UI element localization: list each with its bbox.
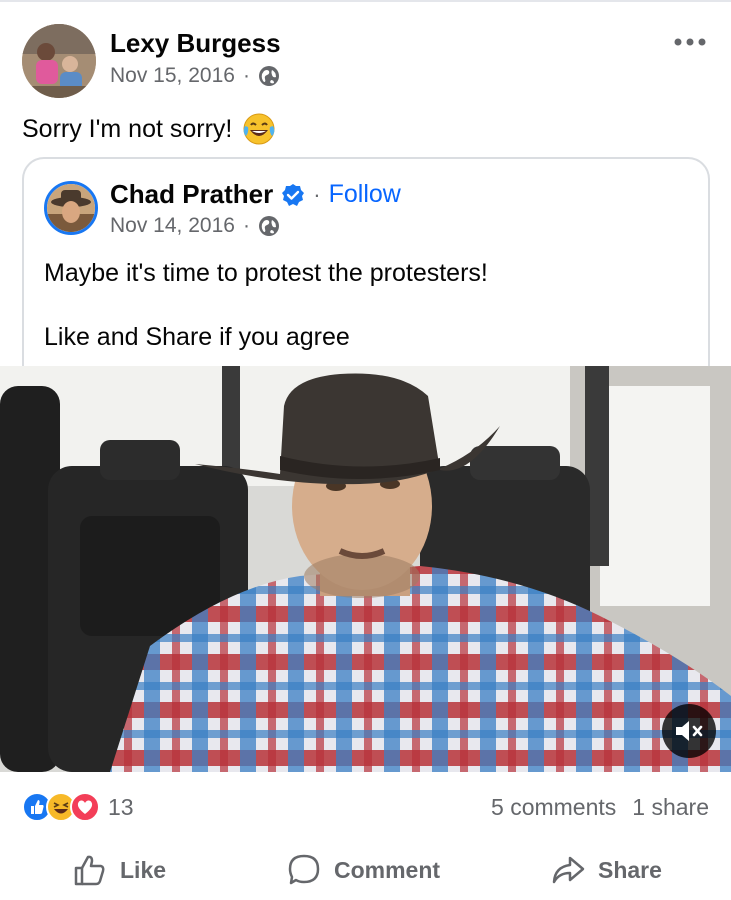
like-button[interactable]: Like	[72, 852, 166, 888]
post-meta: Nov 15, 2016 ·	[110, 64, 280, 88]
shared-post-card[interactable]: Chad Prather · Follow Nov 14, 2016 · May…	[22, 157, 710, 377]
more-dots-icon	[674, 38, 706, 46]
top-divider	[0, 0, 731, 2]
mute-toggle-button[interactable]	[662, 704, 716, 758]
reactions-summary[interactable]: 13	[22, 792, 134, 822]
follow-separator: ·	[313, 181, 321, 207]
globe-icon	[258, 65, 280, 87]
more-options-button[interactable]	[668, 28, 712, 56]
comment-button[interactable]: Comment	[286, 852, 440, 888]
shared-date[interactable]: Nov 14, 2016	[110, 214, 235, 238]
share-label: Share	[598, 856, 662, 883]
post-date[interactable]: Nov 15, 2016	[110, 64, 235, 88]
comments-count[interactable]: 5 comments	[491, 794, 616, 821]
shared-author-name[interactable]: Chad Prather	[110, 179, 273, 210]
shared-meta-separator: ·	[242, 214, 250, 237]
shared-meta: Nov 14, 2016 ·	[110, 214, 280, 238]
share-button[interactable]: Share	[550, 852, 662, 888]
shared-text-line1: Maybe it's time to protest the protester…	[44, 259, 488, 287]
shares-count[interactable]: 1 share	[632, 794, 709, 821]
verified-badge-icon	[281, 183, 305, 207]
reaction-count: 13	[108, 793, 134, 820]
engagement-stats: 5 comments 1 share	[491, 794, 709, 821]
video-player[interactable]	[0, 366, 731, 772]
speaker-muted-icon	[676, 721, 703, 741]
post-actions: Like Comment Share	[0, 846, 731, 900]
comment-bubble-icon	[288, 854, 320, 885]
follow-button[interactable]: Follow	[329, 180, 401, 209]
share-arrow-icon	[552, 856, 585, 884]
thumbs-up-icon	[74, 855, 105, 886]
video-frame	[0, 366, 731, 772]
like-label: Like	[120, 856, 167, 883]
love-icon	[70, 792, 100, 822]
author-name[interactable]: Lexy Burgess	[110, 28, 281, 59]
shared-header: Chad Prather · Follow	[110, 179, 401, 210]
shared-text-line2: Like and Share if you agree	[44, 323, 350, 351]
face-with-tears-of-joy-icon	[242, 112, 276, 146]
globe-icon	[258, 215, 280, 237]
comment-label: Comment	[334, 856, 441, 883]
author-avatar[interactable]	[22, 24, 96, 98]
shared-author-avatar[interactable]	[44, 181, 98, 235]
meta-separator: ·	[242, 64, 250, 87]
post-text-content: Sorry I'm not sorry!	[22, 114, 233, 143]
post-text: Sorry I'm not sorry!	[22, 112, 276, 146]
